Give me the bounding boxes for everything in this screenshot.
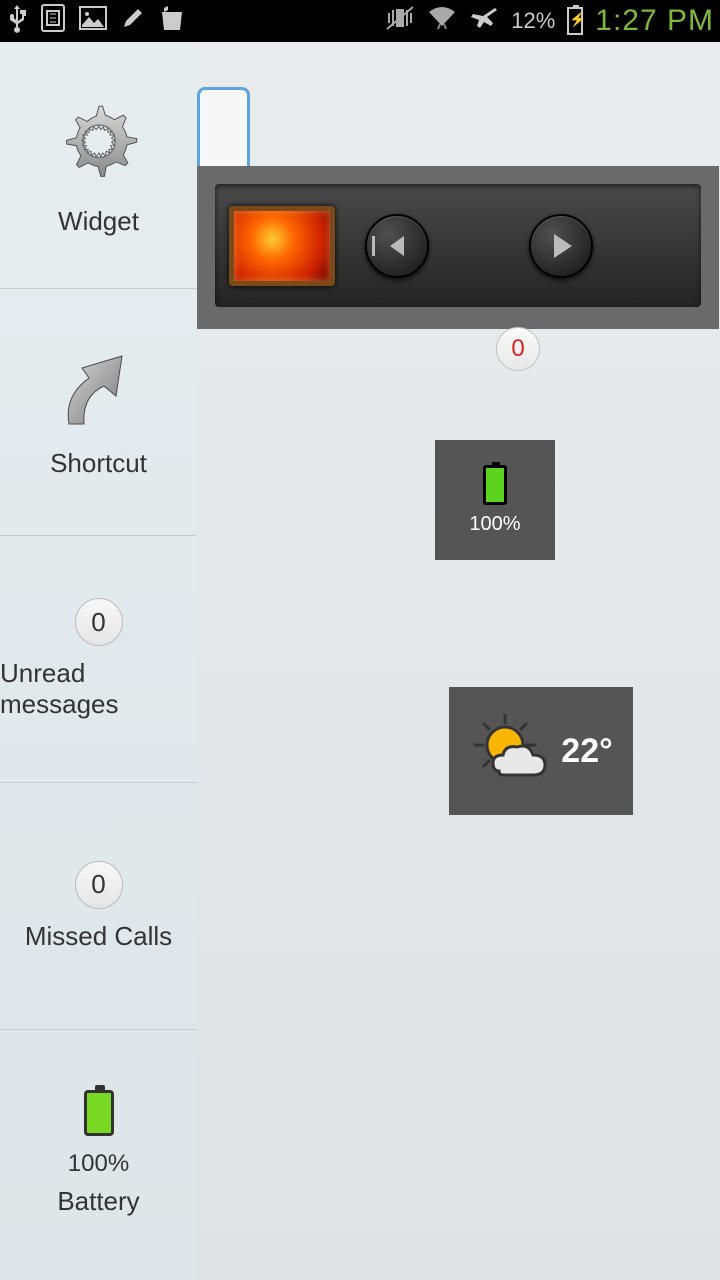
sidebar-label: Unread messages [0,658,197,720]
usb-icon [6,3,28,40]
weather-temp: 22° [561,732,612,771]
picture-icon [78,5,108,38]
widget-picker-sidebar: Widget Shortcut 0 Unread messages [0,42,197,1280]
status-bar: 12% 1:27 PM [0,0,720,42]
sun-cloud-icon [469,709,553,793]
sidebar-label: Missed Calls [25,921,172,952]
airplane-icon [469,4,499,39]
sidebar-item-unread[interactable]: 0 Unread messages [0,536,197,783]
weather-widget[interactable]: 22° [449,687,633,815]
music-player-widget[interactable] [197,166,719,329]
battery-icon [483,465,507,505]
sidebar-label: Battery [57,1186,139,1217]
battery-percent: 12% [511,8,555,34]
battery-charging-icon [567,7,583,35]
battery-pct-label: 100% [68,1150,129,1178]
sidebar-item-widget[interactable]: Widget [0,42,197,289]
curved-arrow-icon [54,346,144,436]
battery-icon [84,1090,114,1136]
sidebar-item-shortcut[interactable]: Shortcut [0,289,197,536]
play-button[interactable] [529,214,593,278]
pencil-icon [120,5,146,38]
sim-icon [40,3,66,40]
wifi-icon [427,6,457,37]
sidebar-label: Widget [58,206,139,237]
gear-icon [49,94,149,194]
vibrate-icon [385,5,415,38]
clock: 1:27 PM [595,4,714,38]
count-badge: 0 [75,598,123,646]
play-icon [554,234,572,258]
play-store-icon [158,4,186,39]
sidebar-label: Shortcut [50,448,147,479]
battery-widget[interactable]: 100% [435,440,555,560]
count-badge: 0 [75,861,123,909]
sidebar-item-missed-calls[interactable]: 0 Missed Calls [0,783,197,1030]
sidebar-item-battery[interactable]: 100% Battery [0,1030,197,1277]
selected-widget-slot[interactable] [197,87,250,177]
unread-badge-widget[interactable]: 0 [496,327,540,371]
previous-button[interactable] [365,214,429,278]
album-art[interactable] [229,206,335,286]
previous-icon [390,236,404,256]
homescreen-preview: 0 100% [197,42,720,1280]
battery-widget-pct: 100% [469,513,520,536]
